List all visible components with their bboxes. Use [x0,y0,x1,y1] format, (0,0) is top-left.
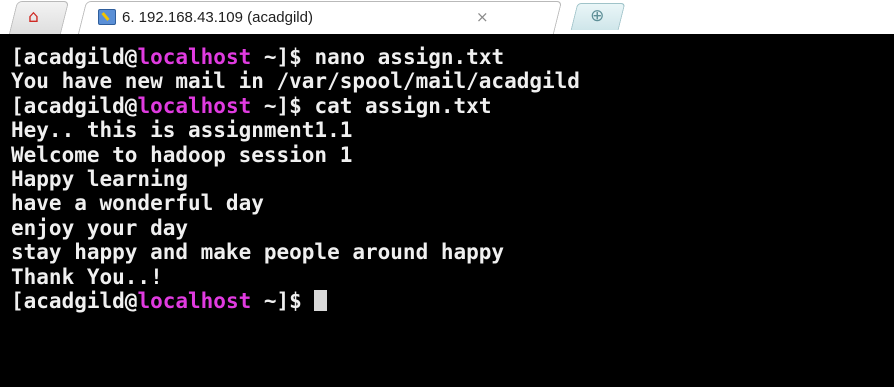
prompt-user: [acadgild@ [11,45,138,69]
prompt-line: [acadgild@localhost ~]$ [11,289,894,313]
prompt-suffix: ~]$ [251,93,315,118]
new-tab-icon: ⊕ [590,6,605,26]
prompt-line: [acadgild@localhost ~]$ nano assign.txt [11,45,894,69]
terminal-output[interactable]: [acadgild@localhost ~]$ nano assign.txt Y… [0,34,894,387]
output-line: enjoy your day [11,215,189,240]
output-line: Hey.. this is assignment1.1 [11,118,353,143]
prompt-suffix: ~]$ [251,45,315,69]
output-line: Thank You..! [11,264,163,289]
home-tab[interactable]: ⌂ [8,1,70,34]
command-text: nano assign.txt [314,45,505,69]
home-icon: ⌂ [28,7,39,27]
output-line: Welcome to hadoop session 1 [11,142,353,167]
close-tab-icon[interactable]: × [476,7,489,27]
new-tab-button[interactable]: ⊕ [570,3,626,30]
prompt-host: localhost [137,93,252,118]
ssh-client-window: ⌂ 6. 192.168.43.109 (acadgild) × ⊕ [acad… [0,0,894,387]
output-line: stay happy and make people around happy [11,240,505,265]
output-line: You have new mail in /var/spool/mail/aca… [11,69,580,94]
session-tab-content[interactable]: 6. 192.168.43.109 (acadgild) × [98,0,548,34]
prompt-host: localhost [137,288,252,313]
prompt-line: [acadgild@localhost ~]$ cat assign.txt [11,94,894,118]
prompt-user: [acadgild@ [11,93,138,118]
tab-bar: ⌂ 6. 192.168.43.109 (acadgild) × ⊕ [0,0,894,34]
text-cursor [314,289,328,311]
terminal-icon [98,9,116,25]
prompt-host: localhost [137,45,252,69]
session-tab-label: 6. 192.168.43.109 (acadgild) [122,8,313,26]
prompt-user: [acadgild@ [11,288,138,313]
output-line: Happy learning [11,166,189,191]
prompt-suffix: ~]$ [251,288,315,313]
command-text: cat assign.txt [314,93,492,118]
output-line: have a wonderful day [11,191,264,216]
